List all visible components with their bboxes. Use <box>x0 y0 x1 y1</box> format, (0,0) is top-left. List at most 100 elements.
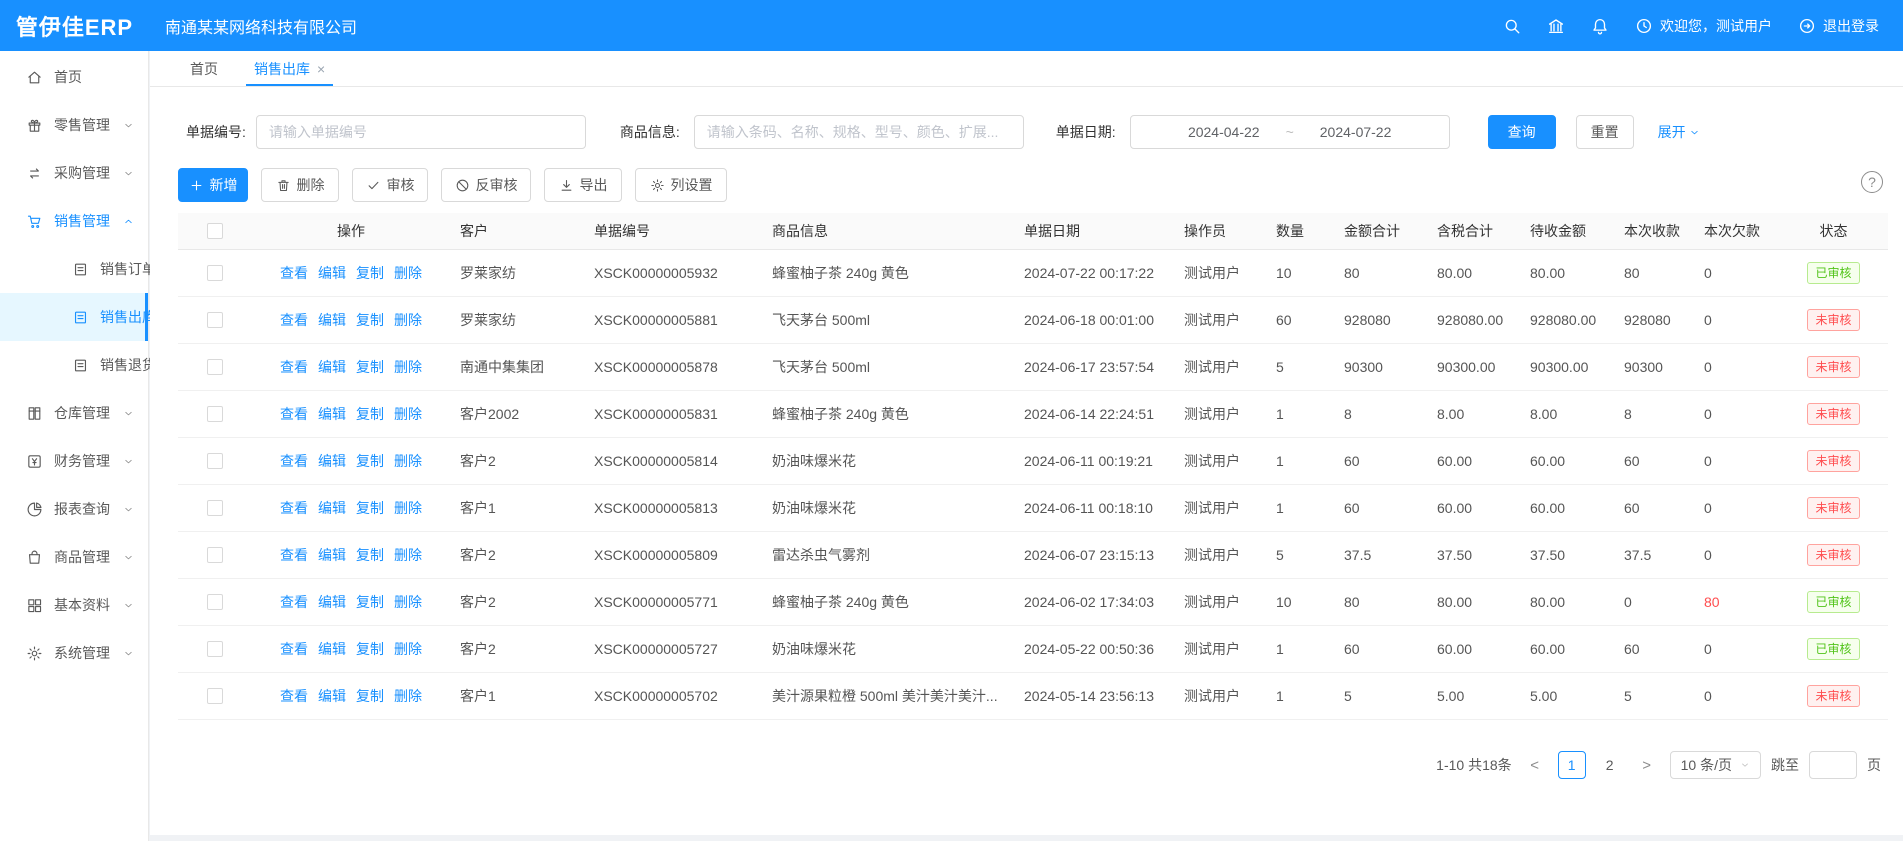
view-link[interactable]: 查看 <box>280 498 308 518</box>
delete-link[interactable]: 删除 <box>394 545 422 565</box>
sidebar-item-sales-return[interactable]: 销售退货 <box>0 341 148 389</box>
sidebar-item-sales-outbound[interactable]: 销售出库 <box>0 293 148 341</box>
search-button[interactable]: 查询 <box>1488 115 1556 149</box>
delete-link[interactable]: 删除 <box>394 592 422 612</box>
view-link[interactable]: 查看 <box>280 545 308 565</box>
edit-link[interactable]: 编辑 <box>318 639 346 659</box>
row-checkbox[interactable] <box>207 594 223 610</box>
edit-link[interactable]: 编辑 <box>318 263 346 283</box>
delete-link[interactable]: 删除 <box>394 451 422 471</box>
view-link[interactable]: 查看 <box>280 357 308 377</box>
reset-button[interactable]: 重置 <box>1576 115 1634 149</box>
expand-link[interactable]: 展开 <box>1658 122 1700 142</box>
table-row[interactable]: 查看 编辑 复制 删除 南通中集集团 XSCK00000005878 飞天茅台 … <box>178 343 1888 390</box>
sidebar-item-products[interactable]: 商品管理 <box>0 533 148 581</box>
date-start[interactable]: 2024-04-22 <box>1188 124 1260 140</box>
sidebar-item-sales[interactable]: 销售管理 <box>0 197 148 245</box>
bill-no-input[interactable] <box>256 115 586 149</box>
table-row[interactable]: 查看 编辑 复制 删除 客户2 XSCK00000005814 奶油味爆米花 2… <box>178 437 1888 484</box>
table-row[interactable]: 查看 编辑 复制 删除 客户1 XSCK00000005702 美汁源果粒橙 5… <box>178 672 1888 719</box>
page-number-1[interactable]: 1 <box>1558 751 1586 779</box>
add-button[interactable]: 新增 <box>178 168 248 202</box>
page-number-2[interactable]: 2 <box>1596 751 1624 779</box>
table-row[interactable]: 查看 编辑 复制 删除 罗莱家纺 XSCK00000005881 飞天茅台 50… <box>178 296 1888 343</box>
copy-link[interactable]: 复制 <box>356 451 384 471</box>
sidebar-item-home[interactable]: 首页 <box>0 53 148 101</box>
sidebar-item-basic-data[interactable]: 基本资料 <box>0 581 148 629</box>
sidebar-item-reports[interactable]: 报表查询 <box>0 485 148 533</box>
delete-link[interactable]: 删除 <box>394 404 422 424</box>
date-end[interactable]: 2024-07-22 <box>1320 124 1392 140</box>
delete-link[interactable]: 删除 <box>394 310 422 330</box>
view-link[interactable]: 查看 <box>280 310 308 330</box>
table-row[interactable]: 查看 编辑 复制 删除 客户2 XSCK00000005809 雷达杀虫气雾剂 … <box>178 531 1888 578</box>
sidebar-item-warehouse[interactable]: 仓库管理 <box>0 389 148 437</box>
copy-link[interactable]: 复制 <box>356 592 384 612</box>
export-button[interactable]: 导出 <box>544 168 622 202</box>
edit-link[interactable]: 编辑 <box>318 545 346 565</box>
table-row[interactable]: 查看 编辑 复制 删除 客户2 XSCK00000005727 奶油味爆米花 2… <box>178 625 1888 672</box>
help-icon[interactable]: ? <box>1861 171 1883 193</box>
delete-button[interactable]: 删除 <box>261 168 339 202</box>
row-checkbox[interactable] <box>207 547 223 563</box>
edit-link[interactable]: 编辑 <box>318 498 346 518</box>
jump-page-input[interactable] <box>1809 751 1857 779</box>
prev-page-button[interactable]: < <box>1522 752 1548 778</box>
sidebar-item-purchase[interactable]: 采购管理 <box>0 149 148 197</box>
sidebar-item-system[interactable]: 系统管理 <box>0 629 148 677</box>
edit-link[interactable]: 编辑 <box>318 686 346 706</box>
edit-link[interactable]: 编辑 <box>318 451 346 471</box>
copy-link[interactable]: 复制 <box>356 263 384 283</box>
delete-link[interactable]: 删除 <box>394 639 422 659</box>
row-checkbox[interactable] <box>207 453 223 469</box>
copy-link[interactable]: 复制 <box>356 498 384 518</box>
edit-link[interactable]: 编辑 <box>318 310 346 330</box>
date-range-picker[interactable]: 2024-04-22 ~ 2024-07-22 <box>1130 115 1450 149</box>
table-row[interactable]: 查看 编辑 复制 删除 客户2 XSCK00000005771 蜂蜜柚子茶 24… <box>178 578 1888 625</box>
row-checkbox[interactable] <box>207 500 223 516</box>
copy-link[interactable]: 复制 <box>356 545 384 565</box>
delete-link[interactable]: 删除 <box>394 686 422 706</box>
tab-sales-outbound[interactable]: 销售出库 × <box>236 51 343 86</box>
edit-link[interactable]: 编辑 <box>318 357 346 377</box>
tab-close-icon[interactable]: × <box>317 61 325 77</box>
bank-icon[interactable] <box>1547 17 1565 35</box>
copy-link[interactable]: 复制 <box>356 639 384 659</box>
tab-home[interactable]: 首页 <box>172 51 236 86</box>
select-all-checkbox[interactable] <box>207 223 223 239</box>
row-checkbox[interactable] <box>207 641 223 657</box>
delete-link[interactable]: 删除 <box>394 498 422 518</box>
edit-link[interactable]: 编辑 <box>318 404 346 424</box>
next-page-button[interactable]: > <box>1634 752 1660 778</box>
table-row[interactable]: 查看 编辑 复制 删除 客户1 XSCK00000005813 奶油味爆米花 2… <box>178 484 1888 531</box>
page-size-select[interactable]: 10 条/页 <box>1670 751 1761 779</box>
logout-button[interactable]: 退出登录 <box>1798 16 1879 36</box>
view-link[interactable]: 查看 <box>280 263 308 283</box>
copy-link[interactable]: 复制 <box>356 357 384 377</box>
edit-link[interactable]: 编辑 <box>318 592 346 612</box>
audit-button[interactable]: 审核 <box>352 168 428 202</box>
copy-link[interactable]: 复制 <box>356 686 384 706</box>
view-link[interactable]: 查看 <box>280 592 308 612</box>
row-checkbox[interactable] <box>207 688 223 704</box>
row-checkbox[interactable] <box>207 312 223 328</box>
row-checkbox[interactable] <box>207 359 223 375</box>
copy-link[interactable]: 复制 <box>356 404 384 424</box>
view-link[interactable]: 查看 <box>280 686 308 706</box>
sidebar-item-retail[interactable]: 零售管理 <box>0 101 148 149</box>
sidebar-item-finance[interactable]: 财务管理 <box>0 437 148 485</box>
table-row[interactable]: 查看 编辑 复制 删除 客户2002 XSCK00000005831 蜂蜜柚子茶… <box>178 390 1888 437</box>
delete-link[interactable]: 删除 <box>394 357 422 377</box>
row-checkbox[interactable] <box>207 406 223 422</box>
delete-link[interactable]: 删除 <box>394 263 422 283</box>
user-welcome[interactable]: 欢迎您，测试用户 <box>1635 16 1772 36</box>
sidebar-item-sales-order[interactable]: 销售订单 <box>0 245 148 293</box>
search-icon[interactable] <box>1503 17 1521 35</box>
product-info-input[interactable] <box>694 115 1024 149</box>
view-link[interactable]: 查看 <box>280 451 308 471</box>
view-link[interactable]: 查看 <box>280 404 308 424</box>
bell-icon[interactable] <box>1591 17 1609 35</box>
column-settings-button[interactable]: 列设置 <box>635 168 727 202</box>
view-link[interactable]: 查看 <box>280 639 308 659</box>
copy-link[interactable]: 复制 <box>356 310 384 330</box>
